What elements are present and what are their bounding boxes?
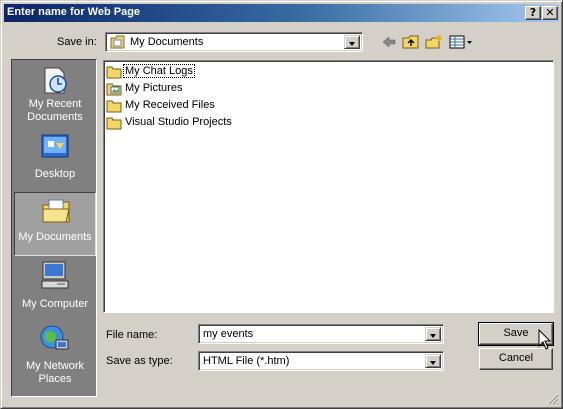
save-as-type-dropdown-button[interactable] (425, 354, 441, 368)
save-in-value: My Documents (130, 36, 204, 48)
my-documents-small-icon (110, 35, 125, 49)
file-name-text: My Chat Logs (123, 64, 195, 78)
network-places-icon (40, 325, 69, 350)
file-name-text: Visual Studio Projects (125, 116, 232, 128)
up-folder-icon[interactable] (402, 34, 420, 50)
file-name-value: my events (203, 328, 254, 340)
place-label-network: My Network Places (25, 360, 85, 385)
save-in-combo[interactable]: My Documents (105, 32, 363, 52)
place-my-recent-documents[interactable]: My Recent Documents (14, 62, 96, 126)
resize-grip-icon[interactable] (547, 393, 559, 405)
pictures-folder-icon (106, 83, 122, 96)
close-button[interactable]: ✕ (542, 6, 558, 20)
save-as-type-value: HTML File (*.htm) (203, 355, 290, 367)
file-name-label: File name: (106, 329, 158, 341)
save-as-type-select[interactable]: HTML File (*.htm) (198, 351, 444, 371)
place-my-computer[interactable]: My Computer (14, 258, 96, 322)
file-name-field[interactable]: my events (198, 324, 444, 344)
places-bar: My Recent Documents Desktop My Documents (11, 59, 97, 397)
folder-icon (106, 117, 122, 130)
mouse-cursor-icon (538, 329, 552, 350)
save-dialog: Enter name for Web Page ? ✕ Save in: My … (0, 0, 563, 409)
folder-icon (106, 100, 122, 113)
place-label-my-computer: My Computer (21, 298, 89, 310)
place-label-my-documents: My Documents (18, 231, 92, 243)
place-label-recent: My Recent Documents (27, 98, 83, 123)
place-my-network-places[interactable]: My Network Places (14, 322, 96, 386)
window-title: Enter name for Web Page (7, 6, 141, 18)
save-as-type-label: Save as type: (106, 355, 173, 367)
new-folder-icon[interactable] (425, 34, 443, 50)
place-label-desktop: Desktop (34, 168, 76, 180)
folder-icon (106, 66, 122, 79)
place-my-documents[interactable]: My Documents (14, 192, 96, 256)
save-in-dropdown-button[interactable] (344, 35, 360, 49)
title-bar[interactable]: Enter name for Web Page ? ✕ (4, 4, 559, 22)
file-name-dropdown-button[interactable] (425, 327, 441, 341)
save-in-label: Save in: (57, 36, 97, 48)
recent-documents-icon (44, 67, 67, 94)
my-documents-icon (42, 199, 70, 223)
file-name-text: My Pictures (125, 82, 183, 94)
back-icon[interactable] (381, 34, 397, 50)
file-list[interactable]: My Chat Logs My Pictures My Received Fil… (103, 60, 554, 313)
view-menu-icon[interactable] (449, 34, 473, 50)
my-computer-icon (41, 261, 69, 289)
desktop-icon (41, 134, 69, 158)
help-button[interactable]: ? (525, 6, 541, 20)
place-desktop[interactable]: Desktop (14, 128, 96, 192)
cancel-button[interactable]: Cancel (479, 348, 553, 370)
file-name-text: My Received Files (125, 99, 215, 111)
